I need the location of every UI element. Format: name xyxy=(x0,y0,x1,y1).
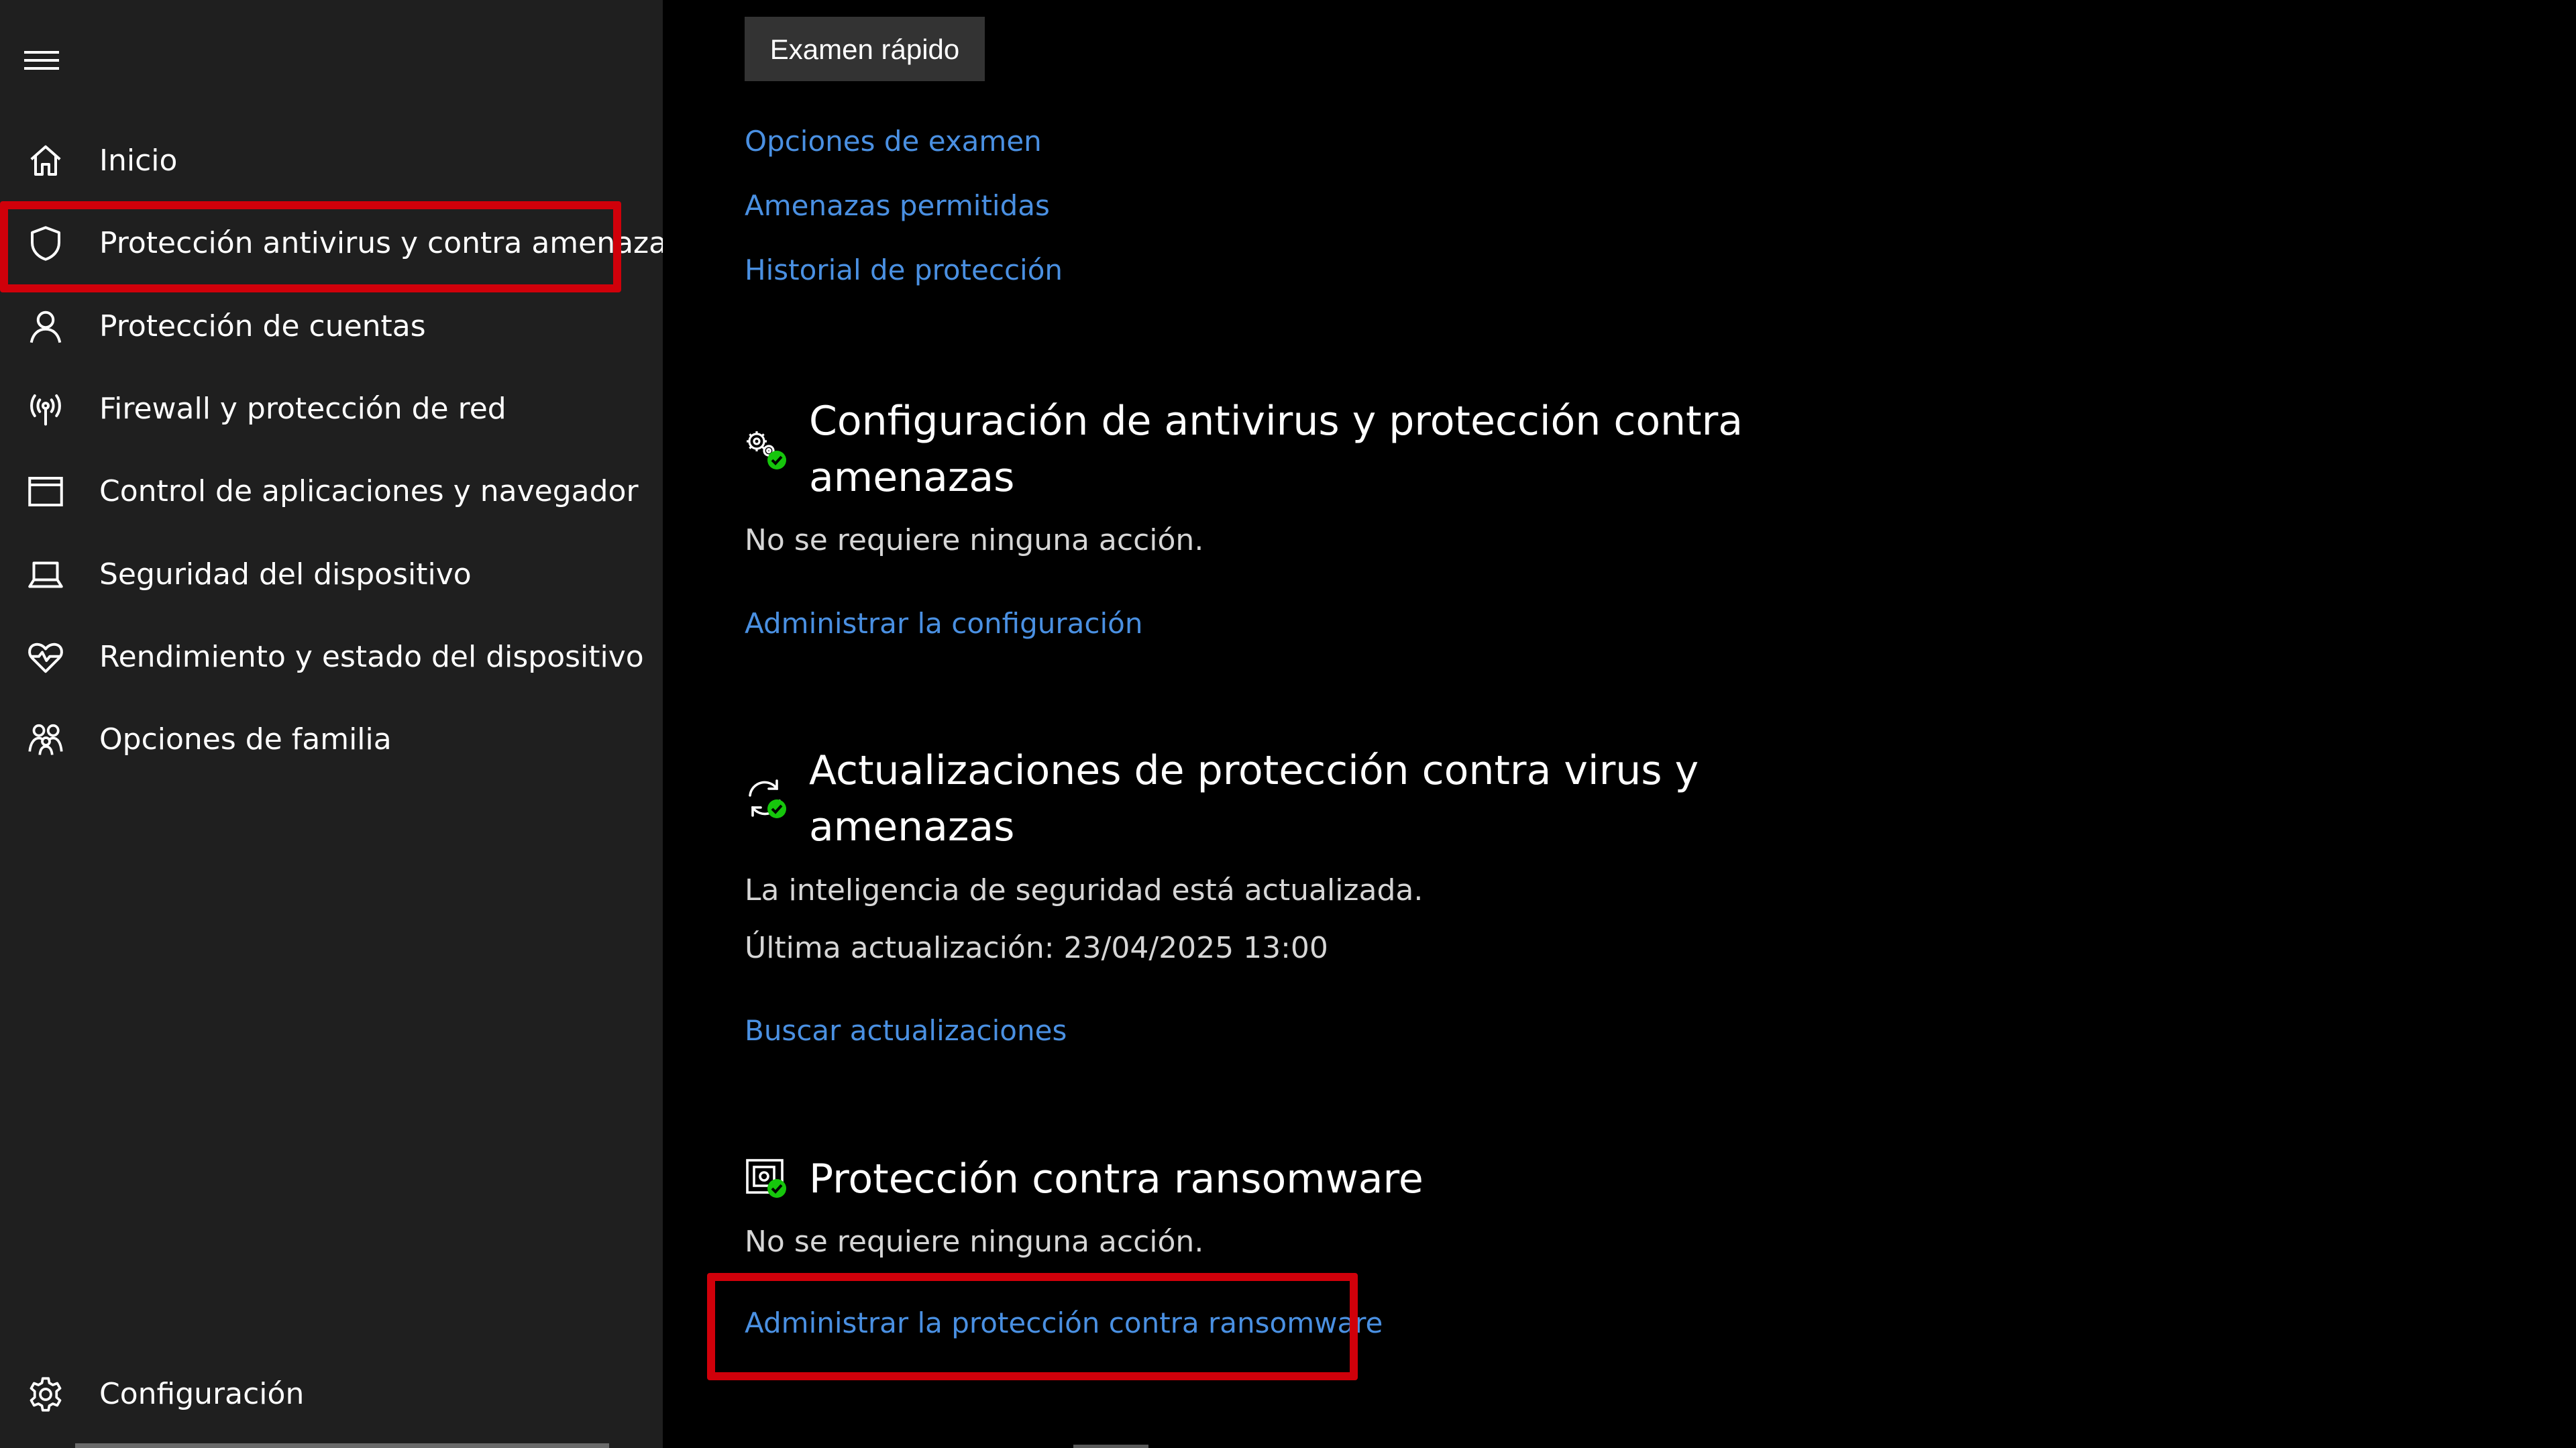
sidebar-item-settings[interactable]: Configuración xyxy=(0,1357,663,1431)
sidebar-item-app-browser-control[interactable]: Control de aplicaciones y navegador xyxy=(0,455,663,528)
sidebar-item-label: Control de aplicaciones y navegador xyxy=(99,474,639,508)
sidebar-settings-label: Configuración xyxy=(99,1377,305,1411)
sidebar-item-label: Opciones de familia xyxy=(99,722,392,757)
sidebar-item-label: Rendimiento y estado del dispositivo xyxy=(99,640,644,674)
main-content: Examen rápido Opciones de examen Amenaza… xyxy=(663,0,2576,1448)
sidebar-scrollbar[interactable] xyxy=(75,1443,609,1448)
laptop-icon xyxy=(25,555,66,595)
update-sync-icon xyxy=(745,777,788,820)
sidebar-item-device-security[interactable]: Seguridad del dispositivo xyxy=(0,538,663,612)
scan-options-link[interactable]: Opciones de examen xyxy=(745,125,1042,158)
sidebar-item-family-options[interactable]: Opciones de familia xyxy=(0,703,663,777)
sidebar-item-account-protection[interactable]: Protección de cuentas xyxy=(0,290,663,364)
updates-section-title: Actualizaciones de protección contra vir… xyxy=(809,747,1699,850)
sidebar-item-virus-protection[interactable]: Protección antivirus y contra amenazas xyxy=(0,207,682,280)
manage-ransomware-link[interactable]: Administrar la protección contra ransomw… xyxy=(745,1306,1383,1339)
sidebar-item-label: Firewall y protección de red xyxy=(99,392,506,426)
settings-status-text: No se requiere ninguna acción. xyxy=(745,523,1204,557)
quick-scan-button[interactable]: Examen rápido xyxy=(745,17,985,81)
windows-security-window: Inicio Protección antivirus y contra ame… xyxy=(0,0,2576,1448)
sidebar-item-label: Protección antivirus y contra amenazas xyxy=(99,226,683,260)
updates-status-text: La inteligencia de seguridad está actual… xyxy=(745,873,1424,907)
last-update-text: Última actualización: 23/04/2025 13:00 xyxy=(745,931,1328,965)
sidebar-item-label: Inicio xyxy=(99,144,178,178)
heart-icon xyxy=(25,637,66,677)
sidebar-item-home[interactable]: Inicio xyxy=(0,124,663,198)
hamburger-menu-icon[interactable] xyxy=(24,47,62,74)
browser-window-icon xyxy=(25,471,66,512)
family-icon xyxy=(25,720,66,760)
ransomware-status-text: No se requiere ninguna acción. xyxy=(745,1225,1204,1259)
sidebar: Inicio Protección antivirus y contra ame… xyxy=(0,0,682,1448)
antenna-icon xyxy=(25,389,66,429)
sidebar-item-label: Seguridad del dispositivo xyxy=(99,557,472,592)
protection-history-link[interactable]: Historial de protección xyxy=(745,254,1063,286)
sidebar-item-firewall[interactable]: Firewall y protección de red xyxy=(0,372,663,446)
ransomware-section-title: Protección contra ransomware xyxy=(809,1156,1424,1203)
settings-section-title: Configuración de antivirus y protección … xyxy=(809,398,1743,501)
settings-check-icon xyxy=(745,428,788,471)
gear-icon xyxy=(25,1374,66,1414)
shield-icon xyxy=(25,223,66,264)
sidebar-item-label: Protección de cuentas xyxy=(99,309,426,343)
home-icon xyxy=(25,141,66,181)
bottom-scrollbar[interactable] xyxy=(1073,1445,1148,1448)
person-icon xyxy=(25,307,66,347)
sidebar-item-device-performance[interactable]: Rendimiento y estado del dispositivo xyxy=(0,620,663,694)
ransomware-folder-icon xyxy=(745,1156,788,1199)
allowed-threats-link[interactable]: Amenazas permitidas xyxy=(745,189,1050,222)
check-updates-link[interactable]: Buscar actualizaciones xyxy=(745,1014,1067,1047)
manage-settings-link[interactable]: Administrar la configuración xyxy=(745,607,1142,640)
